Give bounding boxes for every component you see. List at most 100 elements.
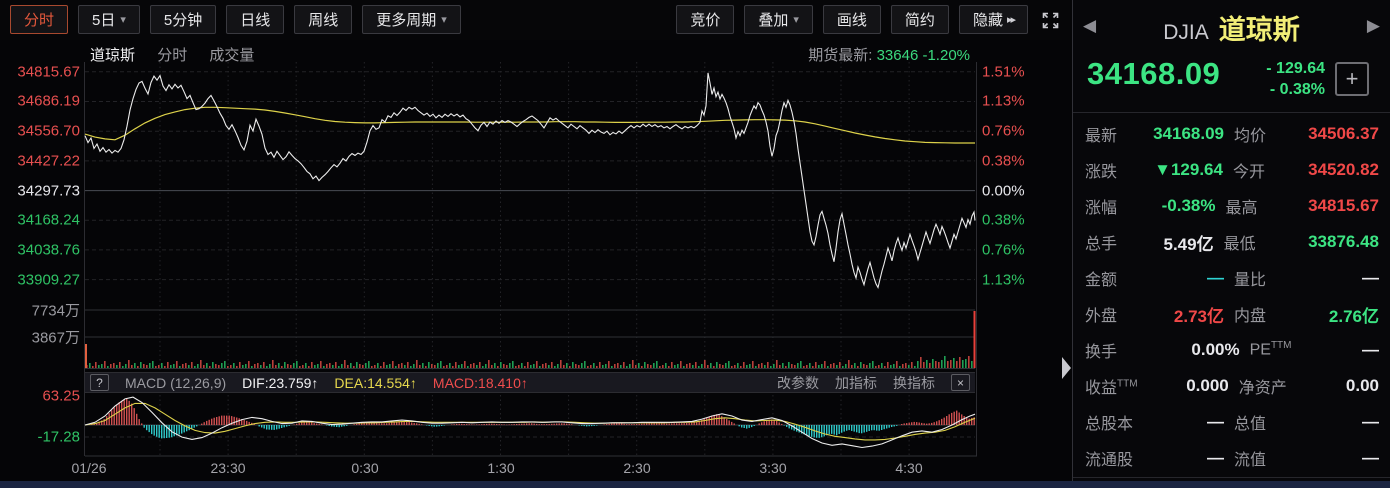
double-right-arrow-icon: ▸▸ <box>1007 13 1014 26</box>
change-percent: - 0.38% <box>1266 79 1325 100</box>
quote-label: 总股本 <box>1085 410 1149 434</box>
quote-row: 最新34168.09均价34506.37 <box>1085 116 1379 152</box>
quote-row: 换手0.00%PETTM— <box>1085 332 1379 368</box>
quote-value: 0.00 <box>1309 376 1379 396</box>
add-to-watchlist-button[interactable]: + <box>1335 62 1369 96</box>
next-symbol-icon[interactable]: ▶ <box>1367 16 1380 36</box>
pct-axis-label: 0.76% <box>982 123 1025 140</box>
quote-value: 33876.48 <box>1294 232 1379 252</box>
quote-sidebar: ◀ DJIA道琼斯 ▶ 34168.09 - 129.64 - 0.38% + … <box>1072 0 1390 481</box>
change-value: - 129.64 <box>1266 58 1325 79</box>
macd-dea-value: DEA:14.554↑ <box>334 375 417 391</box>
sidebar-collapse-arrow-icon[interactable] <box>1062 357 1071 379</box>
sidebar-bottom-divider <box>1073 477 1390 478</box>
tool-buttons: 竞价叠加▾ 画线简约隐藏▸▸ <box>676 5 1028 34</box>
volume-axis-label: 7734万 <box>0 300 80 321</box>
tool-button-0-竞价[interactable]: 竞价 <box>676 5 734 34</box>
quote-value: -0.38% <box>1149 196 1215 216</box>
pct-axis-label: 0.76% <box>982 241 1025 258</box>
macd-params: MACD (12,26,9) <box>125 375 226 391</box>
pct-axis-label: 0.00% <box>982 182 1025 199</box>
chart-toolbar: 分时 5日▾ 5分钟日线周线更多周期▾ 竞价叠加▾ 画线简约隐藏▸▸ <box>0 0 1070 40</box>
quote-label: 净资产 <box>1239 374 1309 398</box>
quote-value: ▼129.64 <box>1149 160 1223 180</box>
chevron-down-icon: ▾ <box>441 13 447 26</box>
price-change: - 129.64 - 0.38% <box>1266 58 1325 100</box>
pct-axis-label: 1.51% <box>982 63 1025 80</box>
quote-value: 34506.37 <box>1304 124 1379 144</box>
quote-row: 涨幅-0.38%最高34815.67 <box>1085 188 1379 224</box>
price-axis-label: 34686.19 <box>0 93 80 110</box>
close-icon[interactable]: × <box>951 374 970 391</box>
quote-label: 流值 <box>1234 446 1304 470</box>
last-price: 34168.09 <box>1087 56 1220 91</box>
period-tab-2-5分钟[interactable]: 5分钟 <box>150 5 216 34</box>
quote-label: 量比 <box>1234 266 1304 290</box>
price-summary: 34168.09 - 129.64 - 0.38% + <box>1087 56 1377 108</box>
sidebar-divider <box>1073 112 1390 113</box>
quote-label: PETTM <box>1250 340 1320 359</box>
time-axis-label: 2:30 <box>623 460 650 476</box>
time-axis-label: 1:30 <box>487 460 514 476</box>
quote-row: 金额—量比— <box>1085 260 1379 296</box>
quote-row: 外盘2.73亿内盘2.76亿 <box>1085 296 1379 332</box>
quote-label: 最新 <box>1085 122 1149 146</box>
symbol-title: DJIA 道琼斯 <box>1073 8 1390 47</box>
price-axis-label: 34815.67 <box>0 63 80 80</box>
quote-row: 总股本—总值— <box>1085 404 1379 440</box>
period-tab-4-周线[interactable]: 周线 <box>294 5 352 34</box>
quote-label: 涨幅 <box>1085 194 1149 218</box>
add-indicator-button[interactable]: 加指标 <box>835 373 877 393</box>
period-tabs: 分时 5日▾ 5分钟日线周线更多周期▾ <box>10 5 461 34</box>
quote-label: 流通股 <box>1085 446 1149 470</box>
period-tab-0-分时[interactable]: 分时 <box>10 5 68 34</box>
quote-label: 总手 <box>1085 230 1149 254</box>
price-axis-label: 34556.70 <box>0 123 80 140</box>
quote-value: — <box>1320 340 1379 360</box>
quote-label: 金额 <box>1085 266 1149 290</box>
quote-row: 收益TTM0.000净资产0.00 <box>1085 368 1379 404</box>
chevron-down-icon: ▾ <box>793 13 799 26</box>
macd-axis-label: -17.28 <box>0 429 80 446</box>
quote-row: 流通股—流值— <box>1085 440 1379 476</box>
quote-value: — <box>1304 448 1379 468</box>
quote-label: 今开 <box>1233 158 1303 182</box>
macd-indicator-bar: ? MACD (12,26,9) DIF:23.759↑ DEA:14.554↑… <box>85 372 975 393</box>
intraday-chart-canvas[interactable] <box>0 40 1070 488</box>
quote-value: — <box>1149 268 1224 288</box>
quote-detail-table: 最新34168.09均价34506.37涨跌▼129.64今开34520.82涨… <box>1085 116 1379 476</box>
sidebar-header: ◀ DJIA道琼斯 ▶ <box>1073 0 1390 52</box>
quote-label: 最高 <box>1225 194 1295 218</box>
change-params-button[interactable]: 改参数 <box>777 373 819 393</box>
quote-value: 2.76亿 <box>1304 302 1379 327</box>
fullscreen-icon[interactable] <box>1038 8 1062 32</box>
macd-dif-value: DIF:23.759↑ <box>242 375 318 391</box>
symbol-cn-name: 道琼斯 <box>1219 15 1300 45</box>
chevron-down-icon: ▾ <box>120 13 126 26</box>
time-axis-label: 0:30 <box>351 460 378 476</box>
pct-axis-label: 0.38% <box>982 152 1025 169</box>
help-icon[interactable]: ? <box>90 374 109 391</box>
period-tab-5-更多周期[interactable]: 更多周期▾ <box>362 5 461 34</box>
tool-button-1-叠加[interactable]: 叠加▾ <box>744 5 813 34</box>
period-tab-3-日线[interactable]: 日线 <box>226 5 284 34</box>
period-tab-1-5日[interactable]: 5日▾ <box>78 5 140 34</box>
pct-axis-label: 0.38% <box>982 212 1025 229</box>
tool-button-4-隐藏[interactable]: 隐藏▸▸ <box>959 5 1028 34</box>
pct-axis-label: 1.13% <box>982 93 1025 110</box>
quote-value: 2.73亿 <box>1149 302 1224 327</box>
tool-button-2-画线[interactable]: 画线 <box>823 5 881 34</box>
quote-label: 内盘 <box>1234 302 1304 326</box>
quote-value: 0.00% <box>1149 340 1240 360</box>
symbol-code: DJIA <box>1163 21 1209 44</box>
tool-button-3-简约[interactable]: 简约 <box>891 5 949 34</box>
quote-label: 外盘 <box>1085 302 1149 326</box>
volume-axis-label: 3867万 <box>0 327 80 348</box>
time-axis-label: 23:30 <box>210 460 245 476</box>
pct-axis-label: 1.13% <box>982 271 1025 288</box>
quote-value: 34168.09 <box>1149 124 1224 144</box>
time-axis-label: 3:30 <box>759 460 786 476</box>
switch-indicator-button[interactable]: 换指标 <box>893 373 935 393</box>
stock-app-window: 分时5日▾5分钟日线周线更多周期▾ 竞价叠加▾画线简约隐藏▸▸ 道琼斯 分时 成… <box>0 0 1390 488</box>
price-axis-label: 34038.76 <box>0 241 80 258</box>
